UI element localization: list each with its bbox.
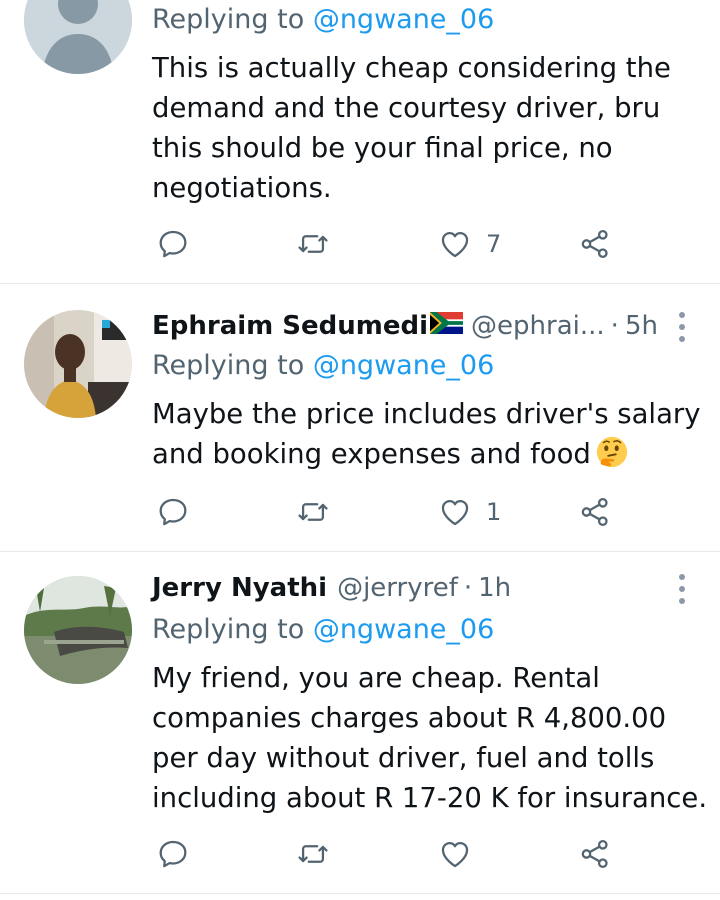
avatar[interactable]: [24, 310, 132, 418]
share-icon: [581, 497, 608, 527]
share-button[interactable]: [578, 834, 612, 874]
tweet-text: Maybe the price includes driver's salary…: [152, 398, 701, 470]
tweet-actions: 7: [152, 224, 622, 264]
reply-icon: [159, 840, 187, 868]
separator: ·: [463, 573, 473, 603]
share-icon: [581, 229, 608, 259]
like-count: 7: [486, 230, 502, 258]
mention-link[interactable]: @ngwane_06: [313, 4, 494, 35]
thinking-face-emoji: [596, 436, 627, 468]
user-photo: [24, 576, 132, 684]
tweet-actions: 1: [152, 492, 622, 532]
heart-icon: [441, 499, 469, 526]
reply-icon: [159, 498, 187, 526]
more-options-icon[interactable]: [674, 574, 690, 604]
avatar[interactable]: [24, 0, 132, 74]
share-icon: [581, 839, 608, 869]
tweet-header: Jerry Nyathi @jerryref · 1h: [152, 570, 660, 606]
more-options-icon[interactable]: [674, 312, 690, 342]
heart-icon: [441, 231, 469, 258]
retweet-icon: [298, 503, 328, 521]
share-button[interactable]: [578, 492, 612, 532]
like-count: 1: [486, 498, 502, 526]
mention-link[interactable]: @ngwane_06: [313, 350, 494, 381]
timestamp[interactable]: 5h: [625, 311, 658, 341]
reply-button[interactable]: [156, 492, 190, 532]
reply-button[interactable]: [156, 834, 190, 874]
reply-button[interactable]: [156, 224, 190, 264]
like-button[interactable]: [438, 834, 486, 874]
replying-to: Replying to @ngwane_06: [152, 350, 495, 381]
default-avatar-icon: [24, 0, 132, 74]
tweet-text: My friend, you are cheap. Rental compani…: [152, 662, 708, 814]
retweet-button[interactable]: [296, 834, 330, 874]
tweet[interactable]: Ephraim Sedumedi @ephrai... · 5h Replyin…: [0, 284, 720, 552]
like-button[interactable]: 7: [438, 224, 501, 264]
display-name[interactable]: Jerry Nyathi: [152, 573, 327, 603]
avatar[interactable]: [24, 576, 132, 684]
tweet-header: Ephraim Sedumedi @ephrai... · 5h: [152, 308, 660, 344]
retweet-icon: [298, 235, 328, 253]
replying-to: Replying to @ngwane_06: [152, 4, 495, 35]
south-africa-flag-icon: [430, 311, 464, 341]
separator: ·: [610, 311, 619, 341]
tweet-text: This is actually cheap considering the d…: [152, 52, 671, 204]
tweet[interactable]: Jerry Nyathi @jerryref · 1h Replying to …: [0, 552, 720, 894]
display-name[interactable]: Ephraim Sedumedi: [152, 311, 428, 341]
timestamp[interactable]: 1h: [478, 573, 511, 603]
retweet-icon: [298, 845, 328, 863]
like-button[interactable]: 1: [438, 492, 501, 532]
user-handle[interactable]: @jerryref: [337, 573, 458, 603]
user-photo: [24, 310, 132, 418]
mention-link[interactable]: @ngwane_06: [313, 614, 494, 645]
retweet-button[interactable]: [296, 492, 330, 532]
replying-to: Replying to @ngwane_06: [152, 614, 495, 645]
retweet-button[interactable]: [296, 224, 330, 264]
user-handle[interactable]: @ephrai...: [471, 311, 605, 341]
share-button[interactable]: [578, 224, 612, 264]
heart-icon: [441, 841, 469, 868]
tweet-actions: [152, 834, 622, 874]
tweet[interactable]: Replying to @ngwane_06 This is actually …: [0, 0, 720, 284]
reply-icon: [159, 230, 187, 258]
